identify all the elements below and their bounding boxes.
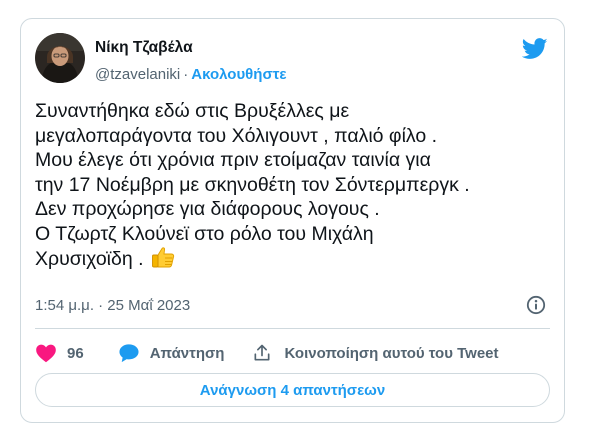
tweet-text-line: Δεν προχώρησε για διάφορους λογους . [35, 198, 380, 220]
read-replies-button[interactable]: Ανάγνωση 4 απαντήσεων [35, 373, 550, 407]
reply-label: Απάντηση [149, 344, 225, 362]
tweet-text-line-last: Χρυσιχοϊδη . [35, 246, 555, 272]
reply-button[interactable]: Απάντηση [118, 343, 225, 363]
tweet-text-line: Συναντήθηκα εδώ στις Βρυξέλλες με [35, 100, 350, 122]
tweet-text-line: την 17 Νοέμβρη με σκηνοθέτη τον Σόντερμπ… [35, 173, 470, 196]
like-button[interactable]: 96 [35, 343, 84, 363]
separator-dot: · [183, 66, 189, 83]
handle-row: @tzavelaniki · Ακολουθήστε [95, 66, 287, 83]
read-replies-label: Ανάγνωση 4 απαντήσεων [199, 381, 386, 399]
tweet-text-line: Μου έλεγε ότι χρόνια πριν ετοίμαζαν ταιν… [35, 149, 431, 171]
speech-bubble-icon [119, 344, 139, 363]
avatar-image [35, 33, 85, 83]
share-upload-icon [254, 344, 270, 361]
divider [35, 328, 550, 329]
author-handle[interactable]: @tzavelaniki [95, 66, 180, 83]
tweet-text-line: μεγαλοπαράγοντα του Χόλιγουντ , παλιό φί… [35, 124, 438, 147]
info-icon[interactable] [526, 295, 546, 315]
twitter-bird-icon[interactable] [521, 38, 548, 60]
follow-link[interactable]: Ακολουθήστε [191, 66, 286, 83]
tweet-text-line: Χρυσιχοϊδη . [35, 248, 149, 270]
avatar[interactable] [35, 33, 85, 83]
tweet-timestamp[interactable]: 1:54 μ.μ. · 25 Μαΐ 2023 [35, 297, 190, 314]
action-bar: 96 Απάντηση Κοινοποίηση αυτού του Tweet [35, 341, 499, 365]
tweet-card: Νίκη Τζαβέλα @tzavelaniki · Ακολουθήστε Συ… [20, 18, 565, 423]
like-count: 96 [67, 344, 84, 362]
share-label: Κοινοποίηση αυτού του Tweet [284, 344, 499, 362]
tweet-text-line: Ο Τζωρτζ Κλούνεϊ στο ρόλο του Μιχάλη [35, 222, 374, 245]
tweet-text: Συναντήθηκα εδώ στις Βρυξέλλες με μεγαλο… [35, 99, 555, 272]
author-name[interactable]: Νίκη Τζαβέλα [95, 39, 193, 57]
thumbs-up-emoji-icon [151, 246, 175, 268]
heart-icon [36, 344, 56, 363]
share-button[interactable]: Κοινοποίηση αυτού του Tweet [252, 343, 499, 363]
